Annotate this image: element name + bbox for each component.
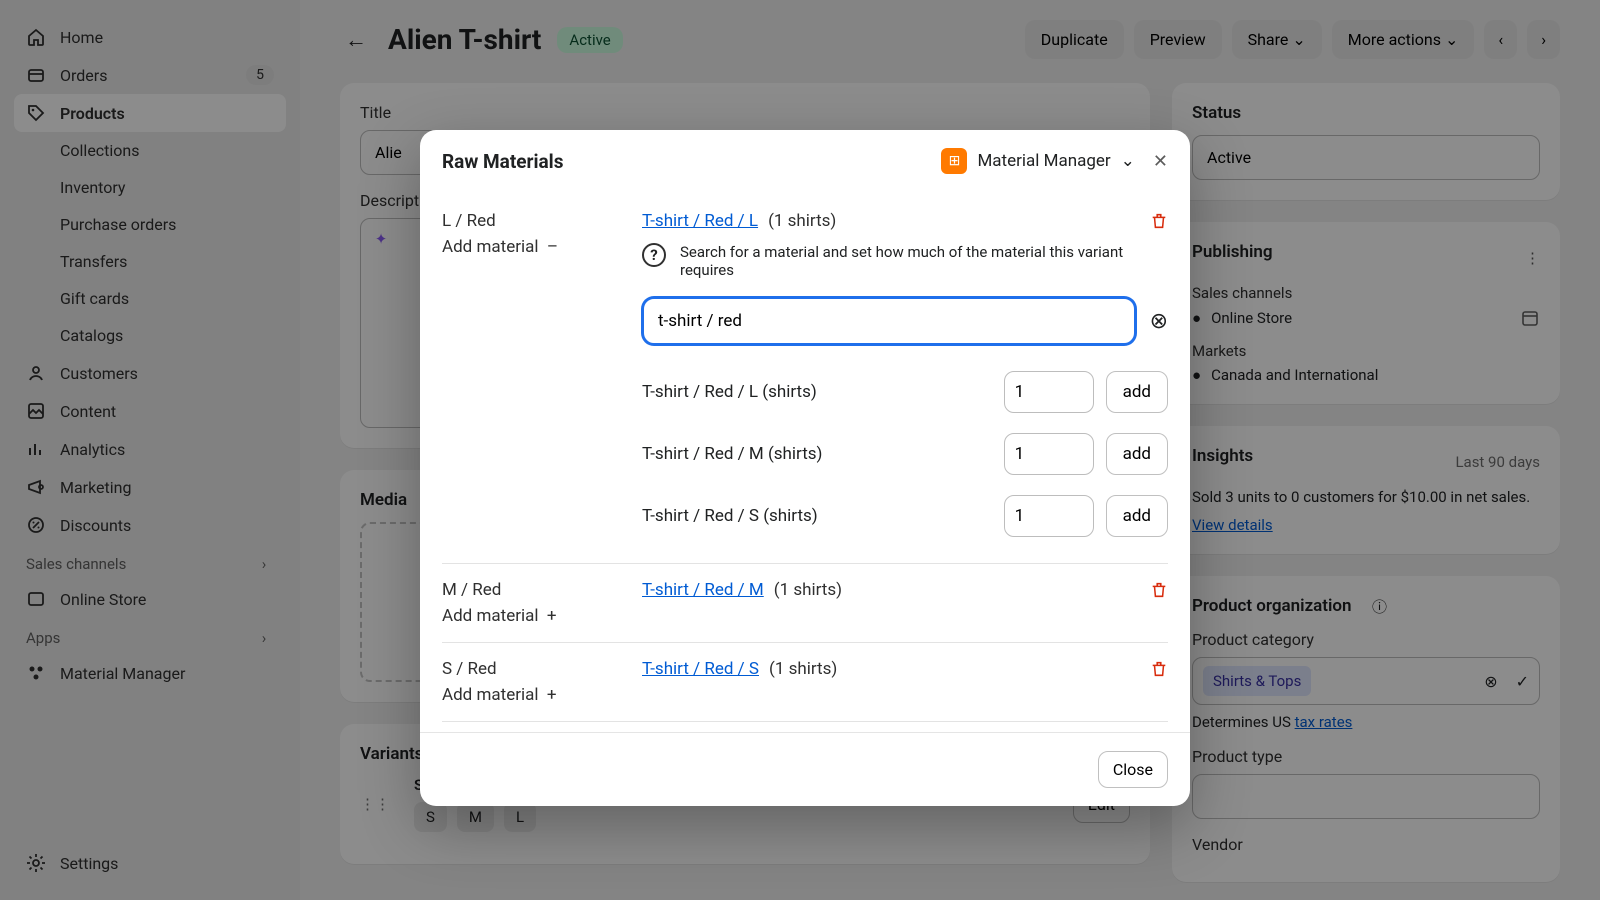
material-search-input[interactable] xyxy=(642,297,1136,345)
quantity-input[interactable] xyxy=(1004,371,1094,413)
variant-block: L / RedAdd material –T-shirt / Red / L (… xyxy=(442,195,1168,564)
add-material-toggle[interactable]: Add material + xyxy=(442,606,642,626)
result-label: T-shirt / Red / L (shirts) xyxy=(642,382,817,402)
quantity-input[interactable] xyxy=(1004,433,1094,475)
variant-block: M / Red Add material +T-shirt / Red / M (… xyxy=(442,564,1168,643)
variant-name: L / Red xyxy=(442,211,642,231)
clear-search-icon[interactable]: ⊗ xyxy=(1150,309,1168,334)
material-manager-icon: ⊞ xyxy=(941,148,967,174)
chevron-down-icon[interactable]: ⌄ xyxy=(1121,151,1135,171)
add-material-toggle[interactable]: Add material + xyxy=(442,685,642,705)
quantity-input[interactable] xyxy=(1004,495,1094,537)
variant-name: S / Red xyxy=(442,659,642,679)
search-result-row: T-shirt / Red / M (shirts) add xyxy=(642,423,1168,485)
material-row: T-shirt / Red / M (1 shirts) xyxy=(642,580,1168,600)
help-icon: ? xyxy=(642,243,666,267)
material-link[interactable]: T-shirt / Red / M xyxy=(642,580,764,600)
search-result-row: T-shirt / Red / L (shirts) add xyxy=(642,361,1168,423)
add-material-toggle[interactable]: Add material – xyxy=(442,237,642,257)
add-button[interactable]: add xyxy=(1106,371,1168,413)
trash-icon[interactable] xyxy=(1150,212,1168,230)
variant-block: S / Red Add material +T-shirt / Red / S (… xyxy=(442,643,1168,722)
result-label: T-shirt / Red / M (shirts) xyxy=(642,444,822,464)
help-text: Search for a material and set how much o… xyxy=(680,243,1168,279)
close-icon[interactable]: ✕ xyxy=(1153,151,1168,172)
trash-icon[interactable] xyxy=(1150,581,1168,599)
material-link[interactable]: T-shirt / Red / S xyxy=(642,659,759,679)
material-row: T-shirt / Red / S (1 shirts) xyxy=(642,659,1168,679)
variant-name: M / Red xyxy=(442,580,642,600)
search-result-row: T-shirt / Red / S (shirts) add xyxy=(642,485,1168,547)
trash-icon[interactable] xyxy=(1150,660,1168,678)
modal-title: Raw Materials xyxy=(442,150,563,173)
material-link[interactable]: T-shirt / Red / L xyxy=(642,211,758,231)
result-label: T-shirt / Red / S (shirts) xyxy=(642,506,818,526)
material-row: T-shirt / Red / L (1 shirts) xyxy=(642,211,1168,231)
raw-materials-modal: Raw Materials ⊞ Material Manager ⌄ ✕ L /… xyxy=(420,130,1190,806)
close-button[interactable]: Close xyxy=(1098,751,1168,788)
add-button[interactable]: add xyxy=(1106,433,1168,475)
add-button[interactable]: add xyxy=(1106,495,1168,537)
